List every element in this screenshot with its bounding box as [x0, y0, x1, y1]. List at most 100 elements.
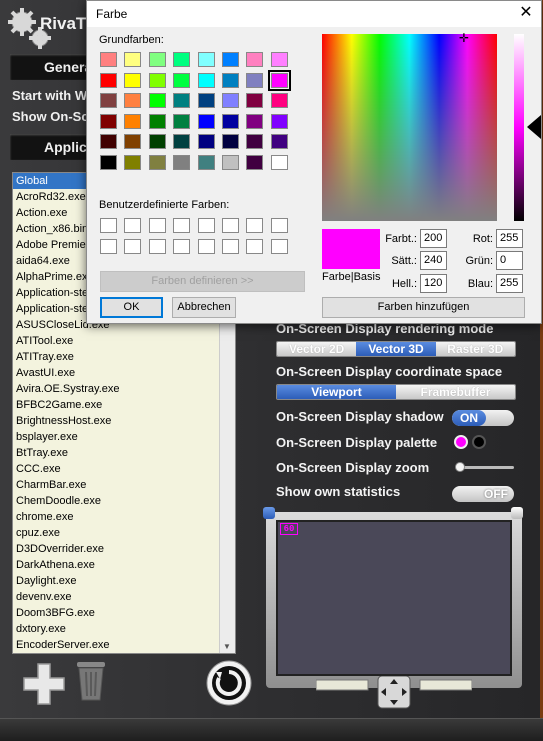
basic-color-swatch[interactable] — [222, 93, 239, 108]
osd-rendering-mode-selector[interactable]: Vector 2D Vector 3D Raster 3D — [276, 341, 516, 357]
render-mode-raster-3d[interactable]: Raster 3D — [435, 342, 515, 356]
osd-preview-screen[interactable] — [276, 520, 512, 676]
basic-color-swatch[interactable] — [246, 72, 264, 88]
basic-color-swatch[interactable] — [222, 52, 239, 67]
luminance-field[interactable]: 120 — [420, 274, 447, 293]
spectrum-crosshair-icon[interactable]: ✛ — [459, 31, 469, 45]
basic-color-swatch[interactable] — [270, 154, 288, 170]
basic-color-swatch[interactable] — [173, 72, 191, 88]
define-colors-button[interactable]: Farben definieren >> — [100, 271, 305, 292]
render-mode-vector-2d[interactable]: Vector 2D — [277, 342, 357, 356]
custom-color-slot[interactable] — [270, 218, 288, 233]
list-item[interactable]: chrome.exe — [13, 509, 235, 525]
show-own-statistics-toggle[interactable]: OFF — [452, 486, 514, 502]
list-item[interactable]: DarkAthena.exe — [13, 557, 235, 573]
close-icon[interactable]: ✕ — [511, 1, 541, 27]
trash-icon[interactable] — [74, 656, 108, 704]
basic-color-swatch[interactable] — [148, 52, 166, 67]
reset-icon[interactable] — [206, 660, 252, 706]
custom-color-slot[interactable] — [148, 218, 166, 233]
list-item[interactable]: EncoderServer.exe — [13, 637, 235, 653]
list-item[interactable]: devenv.exe — [13, 589, 235, 605]
custom-color-slot[interactable] — [246, 239, 264, 254]
basic-color-swatch[interactable] — [124, 72, 142, 88]
custom-color-slot[interactable] — [246, 218, 264, 233]
red-field[interactable]: 255 — [496, 229, 523, 248]
basic-color-swatch[interactable] — [270, 93, 288, 108]
basic-color-swatch[interactable] — [197, 93, 215, 108]
osd-zoom-slider-thumb[interactable] — [455, 462, 465, 472]
list-item[interactable]: CCC.exe — [13, 461, 235, 477]
basic-color-swatch[interactable] — [124, 113, 142, 129]
ok-button[interactable]: OK — [100, 297, 163, 318]
basic-color-swatch[interactable] — [246, 154, 264, 170]
custom-color-slot[interactable] — [100, 218, 117, 233]
list-item[interactable]: ATITray.exe — [13, 349, 235, 365]
custom-color-slot[interactable] — [173, 239, 191, 254]
basic-color-swatch[interactable] — [148, 113, 166, 129]
basic-color-swatch[interactable] — [124, 154, 142, 170]
render-mode-vector-3d[interactable]: Vector 3D — [356, 342, 436, 356]
basic-color-swatch[interactable] — [246, 134, 264, 149]
luminance-arrow-icon[interactable] — [527, 115, 541, 139]
basic-color-swatch[interactable] — [173, 134, 191, 149]
basic-color-swatch[interactable] — [267, 69, 291, 91]
basic-color-swatch[interactable] — [270, 113, 288, 129]
list-item[interactable]: ATITool.exe — [13, 333, 235, 349]
custom-color-slot[interactable] — [222, 239, 239, 254]
list-item[interactable]: dxtory.exe — [13, 621, 235, 637]
coord-space-viewport[interactable]: Viewport — [277, 385, 396, 399]
show-osd-label[interactable]: Show On-Sc — [12, 109, 89, 124]
custom-color-slot[interactable] — [124, 239, 142, 254]
basic-color-swatch[interactable] — [197, 72, 215, 88]
custom-color-slot[interactable] — [197, 218, 215, 233]
osd-coordinate-space-selector[interactable]: Viewport Framebuffer — [276, 384, 516, 400]
basic-color-swatch[interactable] — [148, 154, 166, 170]
osd-preview-framerate[interactable]: 60 — [280, 523, 298, 535]
luminance-slider[interactable] — [514, 34, 524, 221]
basic-color-swatch[interactable] — [197, 52, 215, 67]
basic-color-swatch[interactable] — [222, 134, 239, 149]
list-item[interactable]: AvastUI.exe — [13, 365, 235, 381]
custom-color-slot[interactable] — [270, 239, 288, 254]
monitor-handle-right[interactable] — [511, 507, 523, 519]
basic-color-swatch[interactable] — [124, 134, 142, 149]
basic-color-swatch[interactable] — [197, 134, 215, 149]
custom-color-slot[interactable] — [197, 239, 215, 254]
palette-color-black[interactable] — [472, 435, 486, 449]
list-item[interactable]: D3DOverrider.exe — [13, 541, 235, 557]
blue-field[interactable]: 255 — [496, 274, 523, 293]
custom-color-slot[interactable] — [100, 239, 117, 254]
list-item[interactable]: BtTray.exe — [13, 445, 235, 461]
basic-color-swatch[interactable] — [100, 134, 117, 149]
monitor-handle-left[interactable] — [263, 507, 275, 519]
green-field[interactable]: 0 — [496, 251, 523, 270]
basic-color-swatch[interactable] — [148, 72, 166, 88]
basic-color-swatch[interactable] — [148, 134, 166, 149]
basic-color-swatch[interactable] — [100, 52, 117, 67]
basic-color-swatch[interactable] — [100, 154, 117, 170]
list-item[interactable]: Daylight.exe — [13, 573, 235, 589]
basic-color-swatch[interactable] — [124, 52, 142, 67]
custom-color-slot[interactable] — [222, 218, 239, 233]
saturation-field[interactable]: 240 — [420, 251, 447, 270]
cancel-button[interactable]: Abbrechen — [172, 297, 236, 318]
custom-color-slot[interactable] — [173, 218, 191, 233]
basic-color-swatch[interactable] — [197, 113, 215, 129]
list-item[interactable]: Doom3BFG.exe — [13, 605, 235, 621]
basic-color-swatch[interactable] — [197, 154, 215, 170]
basic-color-swatch[interactable] — [148, 93, 166, 108]
basic-color-swatch[interactable] — [173, 93, 191, 108]
palette-color-magenta[interactable] — [454, 435, 468, 449]
basic-color-swatch[interactable] — [246, 93, 264, 108]
basic-color-swatch[interactable] — [246, 113, 264, 129]
basic-color-swatch[interactable] — [173, 52, 191, 67]
basic-color-swatch[interactable] — [100, 72, 117, 88]
basic-color-swatch[interactable] — [173, 113, 191, 129]
list-item[interactable]: BFBC2Game.exe — [13, 397, 235, 413]
list-item[interactable]: Avira.OE.Systray.exe — [13, 381, 235, 397]
color-spectrum[interactable] — [322, 34, 497, 221]
coord-space-framebuffer[interactable]: Framebuffer — [396, 385, 515, 399]
add-to-custom-colors-button[interactable]: Farben hinzufügen — [322, 297, 525, 318]
list-item[interactable]: cpuz.exe — [13, 525, 235, 541]
